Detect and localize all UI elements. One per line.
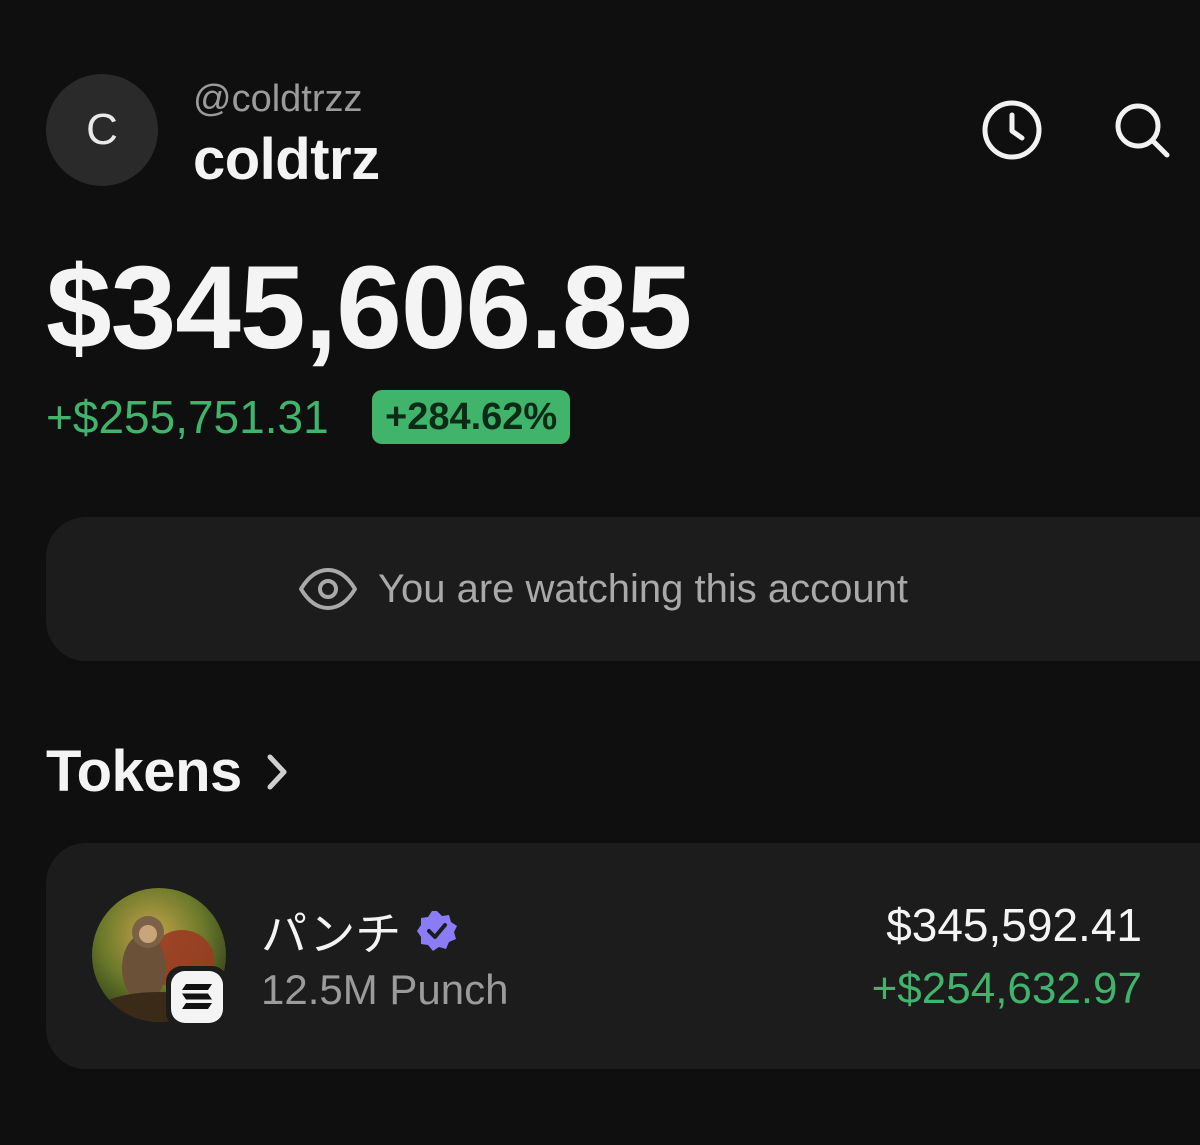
token-name-row: パンチ	[261, 898, 459, 964]
search-button[interactable]	[1104, 92, 1180, 168]
profile-avatar[interactable]: C	[46, 74, 158, 186]
tokens-heading: Tokens	[46, 739, 242, 804]
portfolio-change-percent-badge: +284.62%	[372, 390, 571, 444]
token-value: $345,592.41	[886, 899, 1142, 951]
solana-icon	[182, 984, 212, 1009]
eye-icon	[299, 568, 357, 610]
token-name: パンチ	[261, 907, 402, 961]
portfolio-change-amount: +$255,751.31	[46, 391, 329, 443]
search-icon	[1115, 103, 1170, 158]
profile-handle: @coldtrzz	[193, 78, 363, 120]
tokens-section-link[interactable]: Tokens	[46, 738, 298, 805]
history-button[interactable]	[974, 92, 1050, 168]
token-amount: 12.5M Punch	[261, 966, 509, 1013]
profile-username: coldtrz	[193, 127, 380, 192]
watching-text: You are watching this account	[378, 566, 908, 611]
verified-badge-icon	[417, 911, 458, 951]
avatar-letter: C	[86, 105, 118, 154]
portfolio-balance: $345,606.85	[46, 242, 692, 374]
chain-badge	[166, 966, 228, 1028]
change-percent-text: +284.62%	[385, 395, 558, 438]
token-pnl: +$254,632.97	[871, 964, 1142, 1013]
chevron-right-icon	[267, 754, 287, 789]
watching-banner: You are watching this account	[46, 517, 1200, 661]
clock-icon	[982, 100, 1042, 160]
